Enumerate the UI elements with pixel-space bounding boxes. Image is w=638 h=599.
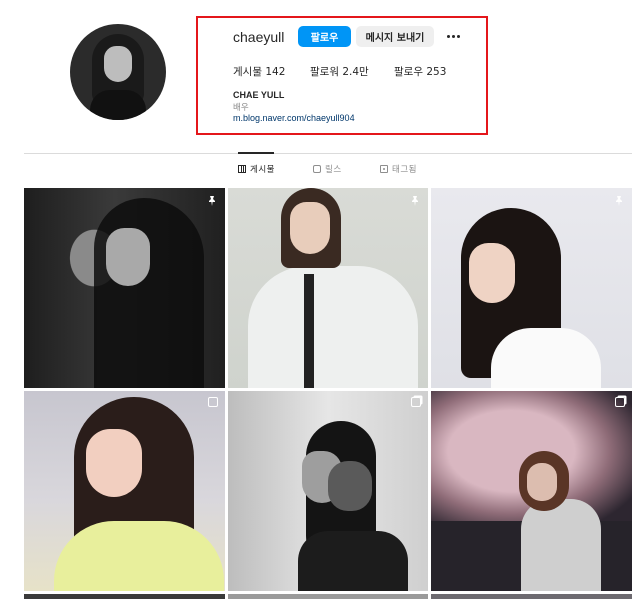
tab-posts-label: 게시물	[250, 165, 275, 175]
post-thumbnail[interactable]	[24, 391, 225, 591]
profile-username: chaeyull	[233, 29, 285, 45]
posts-stat: 게시물 142	[233, 64, 285, 79]
tab-tagged[interactable]: 태그됨	[380, 163, 417, 175]
active-tab-indicator	[238, 152, 274, 154]
photo-face	[106, 228, 150, 286]
profile-website-link[interactable]: m.blog.naver.com/chaeyull904	[233, 113, 355, 123]
reel-icon	[208, 397, 218, 407]
pin-icon	[409, 194, 421, 206]
avatar-face	[104, 46, 132, 82]
post-thumbnail[interactable]	[228, 391, 428, 591]
avatar-clothing	[90, 90, 146, 120]
post-thumbnail-partial[interactable]	[228, 594, 428, 599]
photo-face	[469, 243, 515, 303]
pin-icon	[206, 194, 218, 206]
profile-category: 배우	[233, 103, 249, 113]
tab-tagged-label: 태그됨	[392, 165, 417, 175]
photo-tie	[304, 274, 314, 388]
post-thumbnail-partial[interactable]	[24, 594, 225, 599]
reels-icon	[313, 165, 321, 173]
pin-icon	[613, 194, 625, 206]
section-divider	[24, 153, 632, 154]
profile-avatar[interactable]	[70, 24, 166, 120]
follow-button[interactable]: 팔로우	[298, 26, 351, 47]
post-thumbnail[interactable]	[24, 188, 225, 388]
photo-shirt	[491, 328, 601, 388]
tab-reels[interactable]: 릴스	[313, 163, 342, 175]
post-thumbnail[interactable]	[431, 188, 632, 388]
photo-jacket	[54, 521, 224, 591]
post-thumbnail[interactable]	[431, 391, 632, 591]
photo-hair	[94, 198, 204, 388]
photo-body	[298, 531, 408, 591]
following-stat[interactable]: 팔로우 253	[394, 64, 446, 79]
posts-count: 142	[265, 66, 286, 78]
followers-count: 2.4만	[342, 66, 369, 78]
tab-posts[interactable]: 게시물	[238, 163, 275, 175]
photo-face	[86, 429, 142, 497]
following-label: 팔로우	[394, 66, 423, 78]
carousel-icon	[411, 397, 421, 407]
photo-headphones	[328, 461, 372, 511]
tagged-icon	[380, 165, 388, 173]
tab-reels-label: 릴스	[325, 165, 342, 175]
profile-full-name: CHAE YULL	[233, 90, 285, 100]
photo-shirt	[248, 266, 418, 388]
photo-jacket	[521, 499, 601, 591]
grid-icon	[238, 165, 246, 173]
message-button[interactable]: 메시지 보내기	[356, 26, 434, 47]
post-thumbnail-partial[interactable]	[431, 594, 632, 599]
post-thumbnail[interactable]	[228, 188, 428, 388]
carousel-icon	[615, 397, 625, 407]
photo-face	[290, 202, 330, 254]
followers-stat[interactable]: 팔로워 2.4만	[310, 64, 369, 79]
photo-face	[527, 463, 557, 501]
following-count: 253	[426, 66, 447, 78]
more-options-icon[interactable]	[444, 26, 462, 46]
posts-label: 게시물	[233, 66, 262, 78]
followers-label: 팔로워	[310, 66, 339, 78]
